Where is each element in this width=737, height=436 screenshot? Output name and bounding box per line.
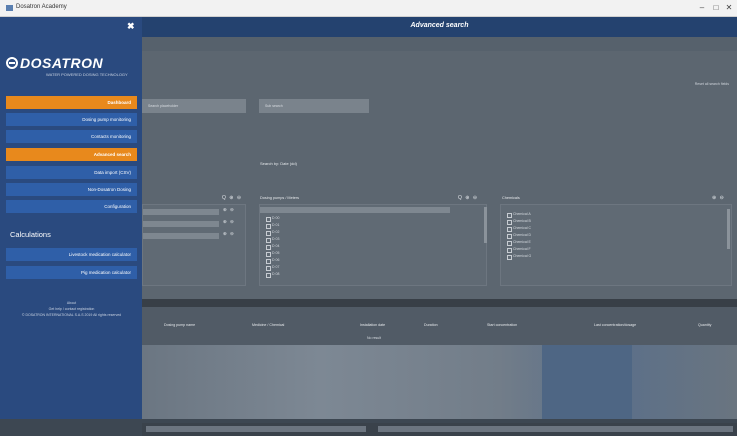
left-list-row[interactable] — [143, 233, 219, 239]
about-block: About Get help / contact registration © … — [6, 300, 137, 318]
results-highlight — [542, 345, 632, 419]
nav-contacts-monitoring[interactable]: Contacts monitoring — [6, 130, 137, 143]
horizontal-scrollbar-left[interactable] — [146, 426, 366, 432]
reset-link[interactable]: Reset all search fields — [695, 82, 729, 86]
maximize-button[interactable]: □ — [710, 3, 722, 12]
list-item[interactable]: Chemical C — [505, 225, 705, 232]
mid-panel-tools[interactable]: Q ⊕ ⊖ — [458, 195, 478, 201]
list-scrollbar[interactable] — [727, 209, 730, 249]
right-panel-tools[interactable]: ⊕ ⊖ — [712, 195, 725, 201]
list-scrollbar[interactable] — [484, 207, 487, 243]
row-tools[interactable]: ⊕ ⊖ — [223, 219, 235, 225]
dosatron-logo: DOSATRON WATER POWERED DOSING TECHNOLOGY — [6, 55, 138, 87]
logo-tagline: WATER POWERED DOSING TECHNOLOGY — [46, 72, 128, 77]
copyright-text: © DOSATRON INTERNATIONAL S.A.S 2019 All … — [21, 313, 122, 317]
results-table-header: Dosing pump name Medicine / Chemical Ins… — [142, 307, 737, 345]
app-window: Dosatron Academy – □ ✕ ✖ DOSATRON WATER … — [0, 0, 737, 436]
col-medicine[interactable]: Medicine / Chemical — [252, 323, 284, 327]
list-item[interactable]: Chemical G — [505, 253, 705, 260]
list-item[interactable]: D 05 — [264, 250, 444, 257]
list-item[interactable]: D 00 — [264, 215, 444, 222]
list-item[interactable]: Chemical B — [505, 218, 705, 225]
search-form: Reset all search fields Search placehold… — [142, 51, 737, 299]
col-duration[interactable]: Duration — [424, 323, 438, 327]
left-list-row[interactable] — [143, 209, 219, 215]
close-menu-icon[interactable]: ✖ — [127, 21, 135, 32]
row-tools[interactable]: ⊕ ⊖ — [223, 231, 235, 237]
filter-strip — [142, 37, 737, 51]
calculations-heading: Calculations — [10, 230, 51, 239]
list-item[interactable]: D 04 — [264, 243, 444, 250]
search-field-1[interactable]: Search placeholder — [142, 99, 246, 113]
list-item[interactable]: Chemical F — [505, 246, 705, 253]
list-item[interactable]: D 01 — [264, 222, 444, 229]
date-filter-label: Search by: Date (dd) — [260, 161, 297, 166]
left-list-row[interactable] — [143, 221, 219, 227]
bottom-scroll-area — [142, 423, 737, 436]
logo-wordmark: DOSATRON — [20, 55, 104, 71]
main-area: Advanced search Reset all search fields … — [142, 17, 737, 436]
col-last-concentration[interactable]: Last concentration/dosage — [594, 323, 636, 327]
list-header-row — [260, 207, 450, 213]
left-list[interactable]: ⊕ ⊖ ⊕ ⊖ ⊕ ⊖ — [142, 204, 246, 286]
page-header: Advanced search — [142, 17, 737, 37]
list-item[interactable]: D 07 — [264, 264, 444, 271]
app-icon — [6, 5, 13, 11]
list-item[interactable]: Chemical E — [505, 239, 705, 246]
page-title: Advanced search — [410, 22, 469, 29]
nav-dashboard[interactable]: Dashboard — [6, 96, 137, 109]
dosing-pumps-panel-title: Dosing pumps / Meters — [260, 196, 300, 200]
logo-ring-icon — [6, 57, 18, 69]
chemicals-panel-title: Chemicals — [502, 196, 520, 200]
dosing-pumps-list[interactable]: D 00 D 01 D 02 D 03 D 04 D 05 D 06 D 07 … — [259, 204, 487, 286]
list-item[interactable]: Chemical A — [505, 211, 705, 218]
minimize-button[interactable]: – — [696, 3, 708, 12]
nav-data-import[interactable]: Data import (CSV) — [6, 166, 137, 179]
dosing-pumps-items: D 00 D 01 D 02 D 03 D 04 D 05 D 06 D 07 … — [264, 215, 444, 278]
nav-configuration[interactable]: Configuration — [6, 200, 137, 213]
chemicals-items: Chemical A Chemical B Chemical C Chemica… — [505, 211, 705, 260]
title-bar: Dosatron Academy – □ ✕ — [0, 0, 737, 17]
col-dosing-pump-name[interactable]: Dosing pump name — [164, 323, 195, 327]
nav-advanced-search[interactable]: Advanced search — [6, 148, 137, 161]
nav-livestock-calculator[interactable]: Livestock medication calculator — [6, 248, 137, 261]
results-body — [142, 345, 737, 419]
left-panel-tools[interactable]: Q ⊕ ⊖ — [222, 195, 242, 201]
list-item[interactable]: D 06 — [264, 257, 444, 264]
close-window-button[interactable]: ✕ — [723, 3, 735, 12]
search-field-2[interactable]: Sub search — [259, 99, 369, 113]
nav-dosing-pump-monitoring[interactable]: Dosing pump monitoring — [6, 113, 137, 126]
nav-non-dosatron-dosing[interactable]: Non-Dosatron Dosing — [6, 183, 137, 196]
row-tools[interactable]: ⊕ ⊖ — [223, 207, 235, 213]
list-item[interactable]: D 02 — [264, 229, 444, 236]
list-item[interactable]: Chemical D — [505, 232, 705, 239]
col-quantity[interactable]: Quantity — [698, 323, 711, 327]
col-installation-date[interactable]: Installation date — [360, 323, 385, 327]
results-divider — [142, 299, 737, 307]
list-item[interactable]: D 03 — [264, 236, 444, 243]
horizontal-scrollbar-right[interactable] — [378, 426, 733, 432]
col-start-concentration[interactable]: Start concentration — [487, 323, 517, 327]
nav-pig-calculator[interactable]: Pig medication calculator — [6, 266, 137, 279]
list-item[interactable]: D 08 — [264, 271, 444, 278]
sidebar: ✖ DOSATRON WATER POWERED DOSING TECHNOLO… — [0, 17, 142, 419]
chemicals-list[interactable]: Chemical A Chemical B Chemical C Chemica… — [500, 204, 732, 286]
window-title: Dosatron Academy — [16, 4, 67, 10]
empty-results-text: No result — [367, 336, 382, 340]
